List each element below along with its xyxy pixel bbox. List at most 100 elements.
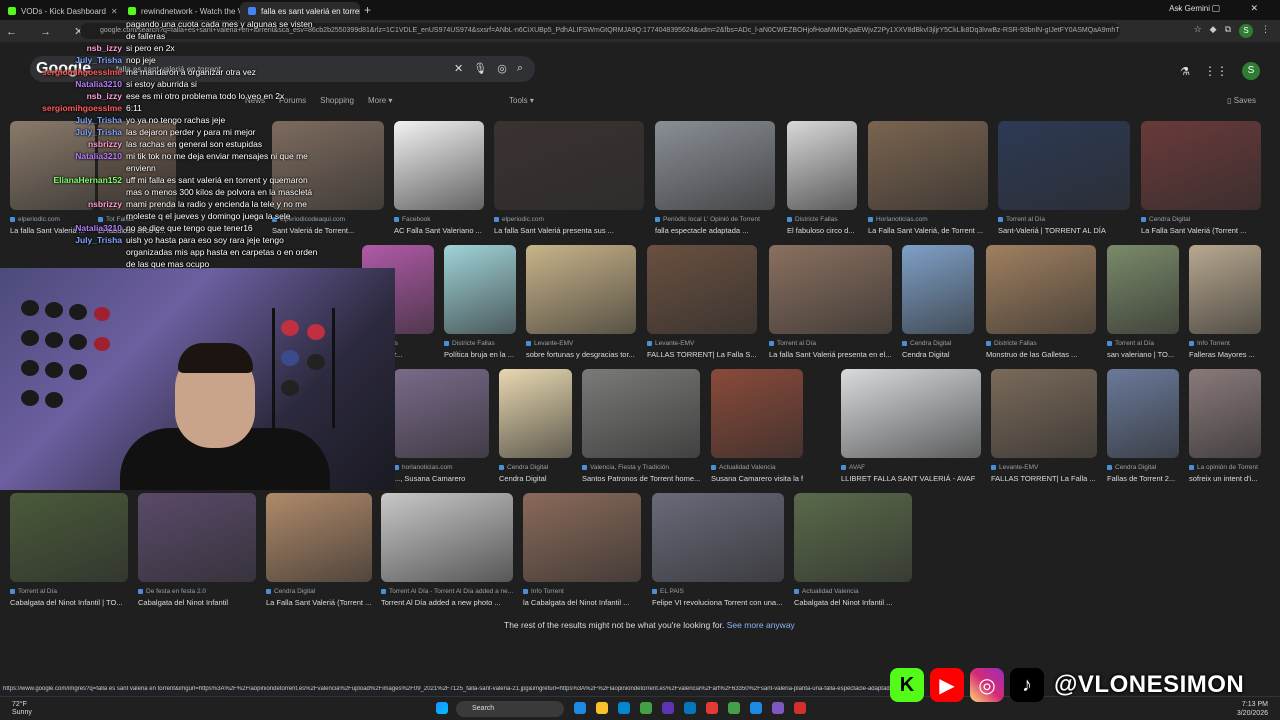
- image-result-card[interactable]: Levante-EMV sobre fortunas y desgracias t…: [526, 245, 636, 359]
- window-controls[interactable]: – ▢ ✕: [1176, 3, 1272, 14]
- image-title[interactable]: Cabalgata del Ninot Infantil: [138, 598, 256, 607]
- tab-shopping[interactable]: Shopping: [320, 96, 354, 105]
- app-icon[interactable]: [750, 702, 762, 714]
- image-thumbnail[interactable]: [647, 245, 757, 334]
- image-title[interactable]: El fabuloso circo d...: [787, 226, 857, 235]
- image-title[interactable]: La Falla Sant Valeriá, de Torrent ...: [868, 226, 988, 235]
- image-title[interactable]: La falla Sant Valeriá presenta en el...: [769, 350, 892, 359]
- saves-link[interactable]: ▯ Saves: [1227, 96, 1256, 105]
- taskbar-search[interactable]: Search: [456, 701, 564, 717]
- image-title[interactable]: La Falla Sant Valeriá (Torrent ...: [1141, 226, 1261, 235]
- image-thumbnail[interactable]: [1141, 121, 1261, 210]
- image-title[interactable]: Falleras Mayores ...: [1189, 350, 1261, 359]
- image-thumbnail[interactable]: [868, 121, 988, 210]
- google-account-avatar[interactable]: S: [1242, 62, 1260, 80]
- image-title[interactable]: Fallas de Torrent 2...: [1107, 474, 1179, 483]
- search-icon[interactable]: ⌕: [517, 62, 523, 75]
- image-result-card[interactable]: Actualidad Valencia Cabalgata del Ninot I…: [794, 493, 912, 607]
- image-thumbnail[interactable]: [902, 245, 974, 334]
- windows-start-icon[interactable]: [436, 702, 448, 714]
- weather-widget[interactable]: 72°F Sunny: [12, 701, 32, 717]
- image-thumbnail[interactable]: [986, 245, 1096, 334]
- image-result-card[interactable]: EL PAÍS Felipe VI revoluciona Torrent con…: [652, 493, 784, 607]
- image-result-card[interactable]: Cendra Digital La Falla Sant Valeriá (Tor…: [1141, 121, 1261, 235]
- chrome-icon[interactable]: [640, 702, 652, 714]
- image-title[interactable]: sofreix un intent d'i...: [1189, 474, 1261, 483]
- image-thumbnail[interactable]: [138, 493, 256, 582]
- image-title[interactable]: Monstruo de las Galletas ...: [986, 350, 1096, 359]
- app-icon[interactable]: [684, 702, 696, 714]
- image-thumbnail[interactable]: [794, 493, 912, 582]
- tools-button[interactable]: Tools ▾: [509, 96, 534, 105]
- image-title[interactable]: la Cabalgata del Ninot Infantil ...: [523, 598, 641, 607]
- image-title[interactable]: Política bruja en la ...: [444, 350, 516, 359]
- image-result-card[interactable]: Info Torrent la Cabalgata del Ninot Infan…: [523, 493, 641, 607]
- image-title[interactable]: Cendra Digital: [902, 350, 974, 359]
- image-thumbnail[interactable]: [769, 245, 892, 334]
- image-result-card[interactable]: Cendra Digital La Falla Sant Valeriá (Tor…: [266, 493, 372, 607]
- image-thumbnail[interactable]: [499, 369, 572, 458]
- image-thumbnail[interactable]: [394, 121, 484, 210]
- menu-icon[interactable]: ⋮: [1261, 24, 1270, 38]
- image-result-card[interactable]: Periòdic local L' Opinió de Torrent falla…: [655, 121, 775, 235]
- image-title[interactable]: Torrent Al Día added a new photo ...: [381, 598, 513, 607]
- image-result-card[interactable]: Districte Fallas Política bruja en la ...: [444, 245, 516, 359]
- image-title[interactable]: Santos Patronos de Torrent home...: [582, 474, 700, 483]
- image-title[interactable]: Susana Camarero visita la falla S...: [711, 474, 803, 483]
- image-thumbnail[interactable]: [1107, 369, 1179, 458]
- tab-more[interactable]: More ▾: [368, 96, 392, 105]
- image-thumbnail[interactable]: [10, 493, 128, 582]
- image-result-card[interactable]: Valencia, Fiesta y Tradición Santos Patro…: [582, 369, 700, 483]
- image-thumbnail[interactable]: [1189, 245, 1261, 334]
- image-result-card[interactable]: elperiodic.com La falla Sant Valeriá pres…: [494, 121, 644, 235]
- image-title[interactable]: Cabalgata del Ninot Infantil ...: [794, 598, 912, 607]
- image-title[interactable]: Sant-Valeriá | TORRENT AL DÍA: [998, 226, 1130, 235]
- app-icon[interactable]: [706, 702, 718, 714]
- image-thumbnail[interactable]: [991, 369, 1097, 458]
- bookmark-star-icon[interactable]: ☆: [1194, 24, 1202, 38]
- edge-icon[interactable]: [618, 702, 630, 714]
- image-result-card[interactable]: Torrent al Día Sant-Valeriá | TORRENT AL …: [998, 121, 1130, 235]
- image-title[interactable]: AC Falla Sant Valeriano ...: [394, 226, 484, 235]
- labs-icon[interactable]: ⚗: [1180, 65, 1190, 78]
- image-thumbnail[interactable]: [266, 493, 372, 582]
- image-thumbnail[interactable]: [1189, 369, 1261, 458]
- image-result-card[interactable]: Horlanoticias.com La Falla Sant Valeriá, …: [868, 121, 988, 235]
- image-title[interactable]: FALLAS TORRENT| La Falla S...: [647, 350, 757, 359]
- image-thumbnail[interactable]: [998, 121, 1130, 210]
- image-result-card[interactable]: Levante-EMV FALLAS TORRENT| La Falla ...: [991, 369, 1097, 483]
- image-result-card[interactable]: Cendra Digital Cendra Digital: [902, 245, 974, 359]
- image-title[interactable]: La falla Sant Valeriá presenta sus ...: [494, 226, 644, 235]
- image-result-card[interactable]: Facebook AC Falla Sant Valeriano ...: [394, 121, 484, 235]
- image-title[interactable]: san valeriano | TO...: [1107, 350, 1179, 359]
- image-title[interactable]: falla espectacle adaptada ...: [655, 226, 775, 235]
- mic-icon[interactable]: 🎙: [473, 62, 487, 75]
- new-tab-button[interactable]: +: [364, 3, 371, 17]
- apps-grid-icon[interactable]: ⋮⋮: [1204, 64, 1228, 78]
- lens-icon[interactable]: ◎: [497, 62, 507, 75]
- extension-icon[interactable]: ◆: [1210, 24, 1217, 38]
- image-title[interactable]: Felipe VI revoluciona Torrent con una...: [652, 598, 784, 607]
- image-result-card[interactable]: Districte Fallas Monstruo de las Galletas…: [986, 245, 1096, 359]
- image-thumbnail[interactable]: [394, 369, 489, 458]
- image-title[interactable]: Cabalgata del Ninot Infantil | TO...: [10, 598, 128, 607]
- close-icon[interactable]: ✕: [454, 62, 463, 75]
- image-result-card[interactable]: AVAF LLIBRET FALLA SANT VALERIÁ - AVAF: [841, 369, 981, 483]
- image-result-card[interactable]: Torrent Al Día - Torrent Al Día added a …: [381, 493, 513, 607]
- image-thumbnail[interactable]: [787, 121, 857, 210]
- image-thumbnail[interactable]: [1107, 245, 1179, 334]
- image-result-card[interactable]: De festa en festa 2.0 Cabalgata del Ninot…: [138, 493, 256, 607]
- image-thumbnail[interactable]: [494, 121, 644, 210]
- image-result-card[interactable]: Districte Fallas El fabuloso circo d...: [787, 121, 857, 235]
- image-title[interactable]: LLIBRET FALLA SANT VALERIÁ - AVAF: [841, 474, 981, 483]
- image-thumbnail[interactable]: [526, 245, 636, 334]
- image-result-card[interactable]: La opinión de Torrent sofreix un intent d…: [1189, 369, 1261, 483]
- discord-icon[interactable]: [772, 702, 784, 714]
- image-thumbnail[interactable]: [841, 369, 981, 458]
- app-icon[interactable]: [574, 702, 586, 714]
- image-result-card[interactable]: Torrent al Día La falla Sant Valeriá pres…: [769, 245, 892, 359]
- spotify-icon[interactable]: [728, 702, 740, 714]
- image-result-card[interactable]: Actualidad Valencia Susana Camarero visit…: [711, 369, 803, 483]
- image-title[interactable]: FALLAS TORRENT| La Falla ...: [991, 474, 1097, 483]
- image-result-card[interactable]: Cendra Digital Cendra Digital: [499, 369, 572, 483]
